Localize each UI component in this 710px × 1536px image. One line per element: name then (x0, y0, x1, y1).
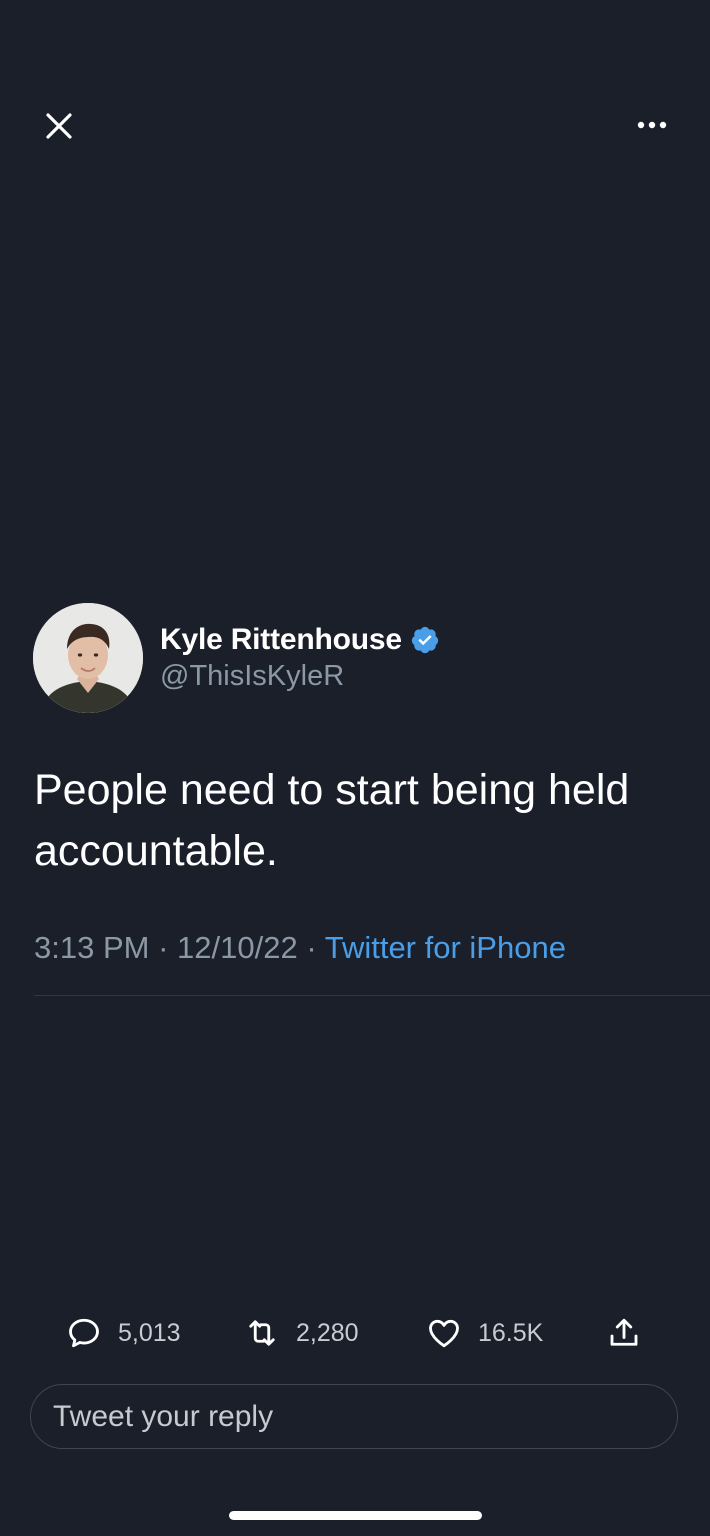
reply-button[interactable]: 5,013 (66, 1310, 181, 1356)
retweet-button[interactable]: 2,280 (244, 1310, 359, 1356)
meta-separator: · (306, 930, 317, 965)
verified-badge-icon (411, 626, 438, 654)
author-handle[interactable]: @ThisIsKyleR (160, 660, 344, 693)
reply-input[interactable] (51, 1385, 655, 1449)
author-name-row[interactable]: Kyle Rittenhouse (160, 620, 440, 660)
close-icon (46, 113, 72, 139)
close-button[interactable] (40, 107, 78, 145)
heart-icon (429, 1319, 459, 1348)
retweet-icon (249, 1320, 275, 1346)
tweet-text: People need to start being held accounta… (34, 766, 630, 875)
share-icon (610, 1318, 638, 1346)
more-options-button[interactable] (632, 112, 672, 138)
tweet-date: 12/10/22 (177, 930, 298, 965)
tweet-action-bar: 5,013 2,280 16.5K (0, 1310, 710, 1356)
reply-box[interactable] (30, 1384, 678, 1449)
meta-separator: · (158, 930, 169, 965)
retweet-count: 2,280 (296, 1318, 359, 1347)
like-count: 16.5K (478, 1318, 544, 1347)
tweet-time: 3:13 PM (34, 930, 150, 965)
tweet-meta: 3:13 PM · 12/10/22 · Twitter for iPhone (34, 930, 566, 966)
reply-icon (69, 1318, 99, 1348)
tweet-source-link[interactable]: Twitter for iPhone (325, 930, 566, 965)
divider (34, 995, 710, 996)
more-horizontal-icon (637, 121, 667, 129)
avatar[interactable] (33, 603, 143, 713)
home-indicator[interactable] (229, 1511, 482, 1520)
like-button[interactable]: 16.5K (426, 1310, 543, 1356)
share-button[interactable] (606, 1310, 642, 1356)
profile-photo (33, 603, 143, 713)
reply-count: 5,013 (118, 1318, 181, 1347)
author-display-name: Kyle Rittenhouse (160, 623, 402, 656)
